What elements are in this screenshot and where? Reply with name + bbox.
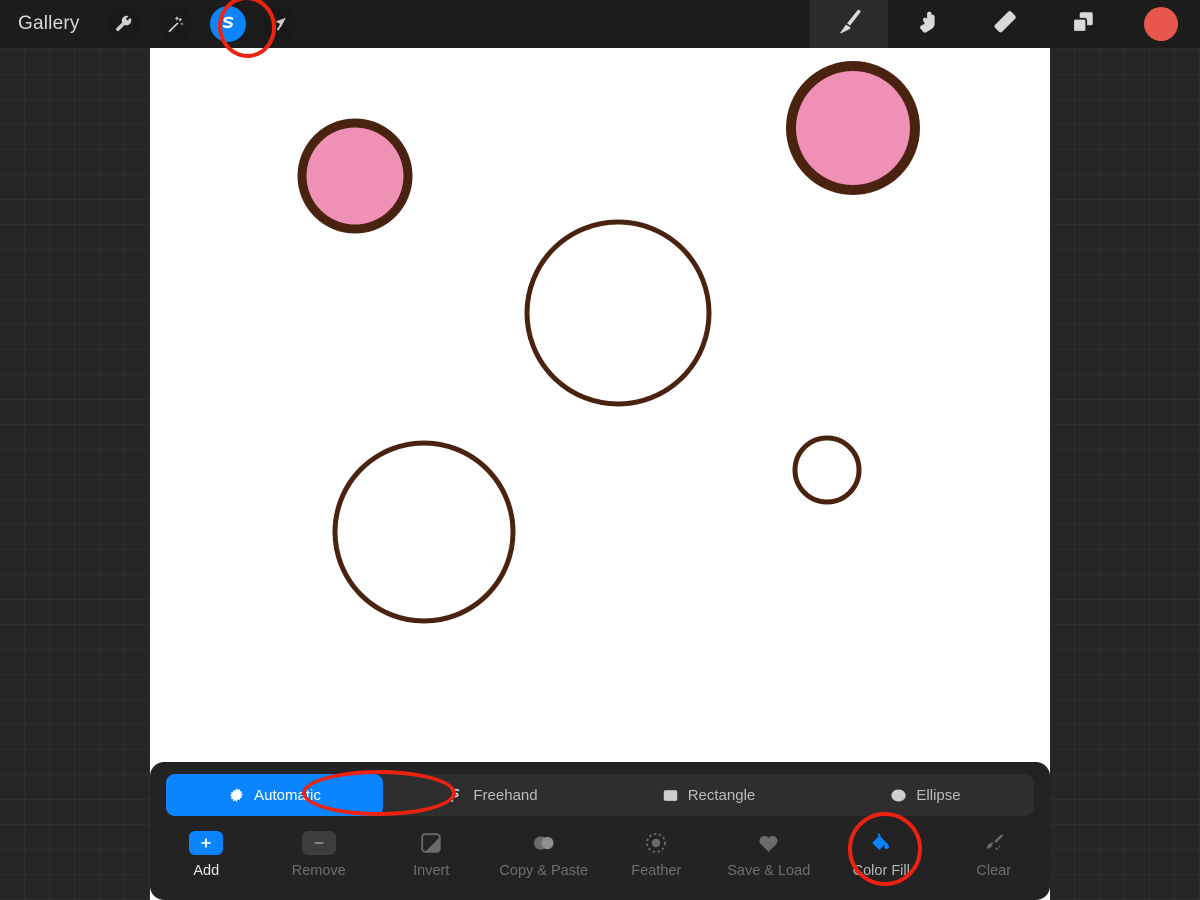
circle-bottom-left-empty [332, 440, 516, 624]
smudge-button[interactable] [888, 0, 966, 48]
magic-wand-icon [165, 14, 186, 35]
action-copy-paste[interactable]: Copy & Paste [488, 824, 601, 879]
ellipse-icon [890, 787, 907, 804]
smudge-finger-icon [913, 8, 941, 41]
selection-tool-button[interactable] [209, 6, 246, 42]
mode-rectangle[interactable]: Rectangle [600, 774, 817, 816]
circle-top-right-filled [786, 61, 920, 195]
layers-stack-icon [1070, 9, 1096, 40]
mode-freehand-label: Freehand [473, 786, 538, 804]
action-copy-paste-label: Copy & Paste [499, 863, 589, 879]
action-feather[interactable]: Feather [600, 824, 713, 879]
transform-arrow-button[interactable] [261, 6, 298, 42]
action-feather-label: Feather [631, 863, 682, 879]
action-invert-label: Invert [413, 863, 450, 879]
minus-chip-icon [301, 830, 336, 856]
mode-automatic[interactable]: Automatic [166, 774, 383, 816]
circle-top-left-filled [297, 118, 413, 234]
mode-ellipse[interactable]: Ellipse [817, 774, 1034, 816]
paintbrush-icon [834, 7, 864, 42]
freehand-squiggle-icon [445, 786, 464, 805]
wrench-icon [113, 14, 134, 35]
action-add-label: Add [193, 863, 220, 879]
toolbar-right-group [810, 0, 1200, 48]
invert-square-icon [419, 830, 443, 856]
mode-rectangle-label: Rectangle [687, 786, 756, 804]
action-save-load-label: Save & Load [727, 863, 811, 879]
layers-button[interactable] [1044, 0, 1122, 48]
action-remove-label: Remove [291, 863, 346, 879]
action-save-load[interactable]: Save & Load [713, 824, 826, 879]
circle-right-small-empty [792, 435, 862, 505]
adjustments-wand-button[interactable] [157, 6, 194, 42]
action-color-fill-label: Color Fill [852, 863, 910, 879]
broom-icon [982, 830, 1006, 856]
feather-dotted-circle-icon [644, 830, 668, 856]
paint-bucket-icon [869, 830, 893, 856]
selection-actions-row: Add Remove Invert Copy & Paste Feather S… [150, 824, 1050, 892]
sunburst-icon [228, 787, 245, 804]
color-button[interactable] [1122, 0, 1200, 48]
gallery-button[interactable]: Gallery [18, 13, 80, 35]
actions-wrench-button[interactable] [105, 6, 142, 42]
selection-mode-segmented-control: Automatic Freehand Rectangle Ellipse [166, 774, 1034, 816]
plus-chip-icon [189, 830, 224, 856]
paint-brush-button[interactable] [810, 0, 888, 48]
action-add[interactable]: Add [150, 824, 263, 879]
circle-center-empty [524, 219, 712, 407]
top-toolbar: Gallery [0, 0, 1200, 48]
copy-paste-circles-icon [531, 830, 557, 856]
color-swatch-icon [1144, 7, 1178, 41]
action-clear[interactable]: Clear [938, 824, 1051, 879]
mode-ellipse-label: Ellipse [916, 786, 961, 804]
selection-s-icon [217, 13, 239, 35]
action-remove[interactable]: Remove [263, 824, 376, 879]
action-clear-label: Clear [976, 863, 1012, 879]
eraser-icon [990, 7, 1020, 42]
heart-icon [757, 830, 780, 856]
rectangle-icon [662, 787, 679, 804]
mode-automatic-label: Automatic [254, 786, 321, 804]
action-color-fill[interactable]: Color Fill [825, 824, 938, 879]
action-invert[interactable]: Invert [375, 824, 488, 879]
eraser-button[interactable] [966, 0, 1044, 48]
selection-settings-panel: Automatic Freehand Rectangle Ellipse Add… [150, 762, 1050, 900]
arrow-cursor-icon [270, 14, 290, 34]
mode-freehand[interactable]: Freehand [383, 774, 600, 816]
toolbar-left-group: Gallery [0, 0, 298, 48]
